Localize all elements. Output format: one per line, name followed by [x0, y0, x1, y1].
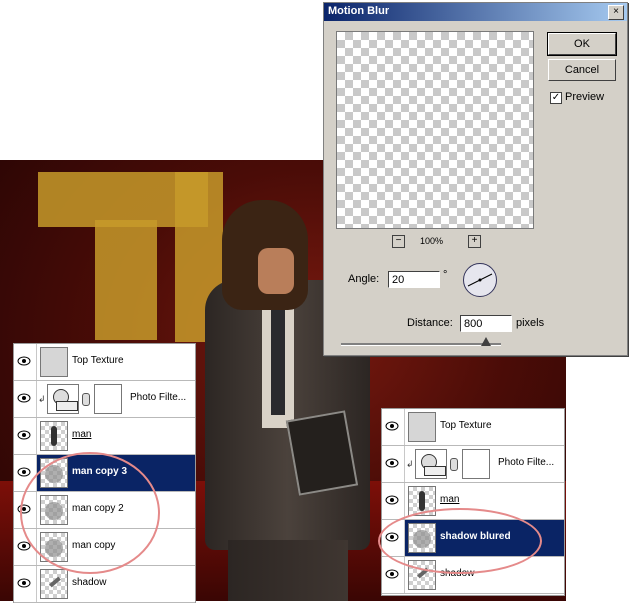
eye-icon [385, 495, 399, 505]
distance-slider[interactable] [341, 343, 501, 346]
preview-checkbox[interactable]: ✓ [550, 92, 562, 104]
visibility-toggle[interactable] [382, 483, 405, 519]
distance-slider-thumb[interactable] [481, 337, 491, 346]
man-figure-face [258, 248, 294, 294]
clip-arrow-icon: ↲ [406, 459, 414, 469]
layer-mask-thumbnail[interactable] [462, 449, 490, 479]
motion-blur-dialog: Motion Blur × OK Cancel ✓ Preview − 100%… [323, 2, 628, 356]
chain-link-icon[interactable] [82, 393, 90, 406]
eye-icon [17, 430, 31, 440]
eye-icon [17, 467, 31, 477]
distance-label: Distance: [407, 317, 453, 329]
layer-row[interactable]: Top Texture [382, 409, 564, 446]
layer-label: man [72, 429, 92, 440]
close-icon[interactable]: × [608, 5, 624, 20]
adjustment-icon[interactable] [47, 384, 79, 414]
zoom-out-button[interactable]: − [392, 235, 405, 248]
layer-row[interactable]: ↲ Photo Filte... [14, 381, 195, 418]
preview-area[interactable] [336, 31, 534, 229]
eye-icon [17, 356, 31, 366]
zoom-level: 100% [420, 236, 444, 246]
man-figure-legs [228, 540, 348, 601]
layer-row[interactable]: man [14, 418, 195, 455]
angle-dial-icon[interactable] [463, 263, 497, 297]
angle-input[interactable]: 20 [388, 271, 440, 288]
highlight-circle [378, 508, 542, 574]
ok-button[interactable]: OK [547, 32, 617, 56]
distance-unit: pixels [516, 317, 545, 329]
visibility-toggle[interactable] [14, 418, 37, 454]
layer-row[interactable]: ↲ Photo Filte... [382, 446, 564, 483]
eye-icon [385, 458, 399, 468]
cancel-button[interactable]: Cancel [548, 59, 616, 81]
eye-icon [17, 393, 31, 403]
layer-thumbnail [40, 569, 68, 599]
dialog-title: Motion Blur [328, 5, 390, 17]
visibility-toggle[interactable] [14, 381, 37, 417]
preview-checkbox-label[interactable]: Preview [565, 91, 604, 103]
layer-label: Top Texture [72, 355, 124, 366]
eye-icon [17, 578, 31, 588]
angle-unit: ° [443, 269, 448, 281]
eye-icon [385, 569, 399, 579]
man-figure-book [285, 410, 359, 496]
eye-icon [385, 421, 399, 431]
poster-letter-t-stem [95, 220, 157, 340]
layer-thumbnail [408, 412, 436, 442]
layer-mask-thumbnail[interactable] [94, 384, 122, 414]
layer-thumbnail [40, 347, 68, 377]
adjustment-icon[interactable] [415, 449, 447, 479]
layer-label: shadow [72, 577, 107, 588]
visibility-toggle[interactable] [382, 409, 405, 445]
angle-label: Angle: [348, 273, 380, 285]
layer-row[interactable]: Top Texture [14, 344, 195, 381]
layer-label: Photo Filte... [498, 457, 555, 468]
distance-input[interactable]: 800 [460, 315, 512, 332]
layer-label: man [440, 494, 460, 505]
visibility-toggle[interactable] [382, 446, 405, 482]
highlight-circle [20, 452, 160, 574]
layer-thumbnail [40, 421, 68, 451]
man-figure-tie [271, 295, 285, 415]
chain-link-icon[interactable] [450, 458, 458, 471]
visibility-toggle[interactable] [14, 566, 37, 602]
layer-label: Top Texture [440, 420, 492, 431]
zoom-in-button[interactable]: + [468, 235, 481, 248]
visibility-toggle[interactable] [14, 344, 37, 380]
dialog-titlebar[interactable]: Motion Blur × [324, 3, 627, 21]
layer-label: Photo Filte... [130, 392, 187, 403]
clip-arrow-icon: ↲ [38, 394, 46, 404]
